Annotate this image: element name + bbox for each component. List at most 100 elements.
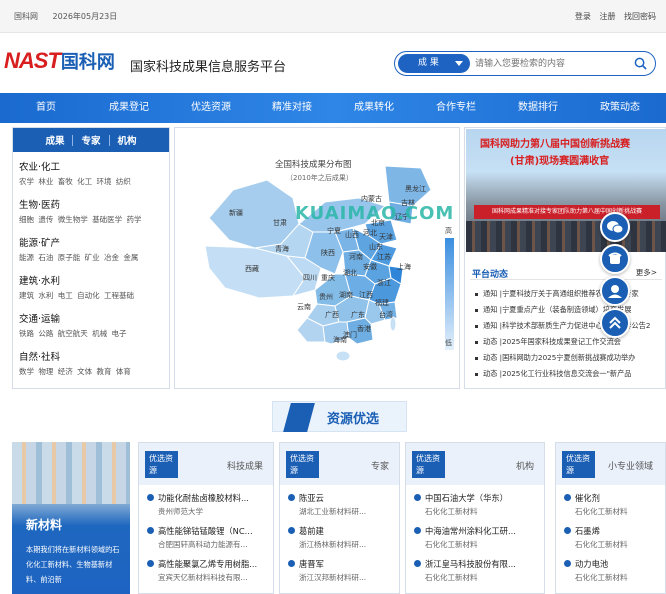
item-sub: 浙江杨林新材料研...: [299, 540, 367, 549]
news-item[interactable]: 通知 |宁夏重点产业（装备制造领域）培育发展: [475, 302, 665, 318]
divider: [470, 279, 662, 280]
nav-precise-matching[interactable]: 精准对接: [259, 93, 325, 123]
card-header: 优选资源 机构: [406, 443, 544, 485]
category-subs[interactable]: 铁路 公路 航空航天 机械 电子: [19, 328, 163, 339]
search-category-select[interactable]: 成 果: [398, 54, 470, 73]
wechat-icon[interactable]: [600, 212, 630, 242]
news-item[interactable]: 通知 |宁夏科技厅关于高通组织推荐农业科技专家: [475, 286, 665, 302]
nav-preferred-resources[interactable]: 优选资源: [178, 93, 244, 123]
category-title[interactable]: 交通·运输: [19, 311, 163, 325]
list-item[interactable]: 唐晋军浙江汉邦新材料研...: [288, 557, 393, 590]
card-tag: 优选资源: [286, 451, 319, 478]
featured-topic-card[interactable]: 新材料 本期我们将在新材料领域的石化化工新材料、生物基新材料、前沿新: [12, 442, 130, 594]
chevron-down-icon: [455, 61, 463, 66]
login-link[interactable]: 登录: [575, 12, 591, 21]
map-label: 甘肃: [273, 219, 287, 227]
card-title[interactable]: 机构: [516, 459, 534, 472]
forgot-password-link[interactable]: 找回密码: [624, 12, 656, 21]
category-title[interactable]: 自然·社科: [19, 349, 163, 363]
category-title[interactable]: 建筑·水利: [19, 273, 163, 287]
card-title[interactable]: 小专业领域: [608, 459, 653, 472]
news-item[interactable]: 通知 |科学技术部新质生产力促进中心工作指导公告2: [475, 318, 665, 334]
news-item[interactable]: 动态 |国科网助力2025宁夏创新挑战赛成功举办: [475, 350, 665, 366]
search-input[interactable]: [475, 56, 625, 72]
list-item[interactable]: 功能化耐盐卤橡胶材料... 贵州师范大学: [147, 491, 267, 524]
map-legend-bar: [445, 238, 454, 350]
list-item[interactable]: 中海油常州涂料化工研... 石化化工新材料: [414, 524, 538, 557]
item-title: 高性能锑钴锰酸锂（NC...: [158, 526, 253, 536]
item-title: 唐晋军: [299, 559, 324, 569]
map-label: 山东: [369, 243, 383, 251]
phone-icon[interactable]: [600, 244, 630, 274]
nav-result-transfer[interactable]: 成果转化: [341, 93, 407, 123]
current-date: 2026年05月23日: [52, 12, 118, 21]
nav-home[interactable]: 首页: [14, 93, 78, 123]
nav-cooperation-column[interactable]: 合作专栏: [423, 93, 489, 123]
map-label: 江苏: [377, 253, 391, 261]
news-item[interactable]: 动态 |2025化工行业科技信息交流会一"新产品: [475, 366, 665, 382]
site-logo[interactable]: NAST 国科网: [4, 48, 115, 74]
category-group: 建筑·水利 建筑 水利 电工 自动化 工程基础: [13, 263, 169, 301]
tab-results[interactable]: 成果: [37, 133, 72, 147]
map-label: 福建: [375, 299, 389, 307]
person-icon: [288, 527, 295, 534]
card-title[interactable]: 科技成果: [227, 459, 263, 472]
building-icon: [414, 560, 421, 567]
map-label: 陕西: [321, 249, 335, 257]
search-icon[interactable]: [634, 57, 647, 70]
person-icon: [288, 494, 295, 501]
news-more-link[interactable]: 更多>: [636, 267, 657, 278]
list-item[interactable]: 中国石油大学（华东） 石化化工新材料: [414, 491, 538, 524]
list-item[interactable]: 高性能聚氯乙烯专用树脂... 宜宾天亿新材料科技有限...: [147, 557, 267, 590]
map-label: 贵州: [319, 293, 333, 301]
card-title[interactable]: 专家: [371, 459, 389, 472]
news-panel: 国科网助力第八届中国创新挑战赛 (甘肃)现场赛圆满收官 国科网成果精准对接专家团…: [464, 127, 666, 389]
register-link[interactable]: 注册: [599, 12, 615, 21]
list-item[interactable]: 浙江皇马科技股份有限... 石化化工新材料: [414, 557, 538, 590]
category-title[interactable]: 农业·化工: [19, 159, 163, 173]
category-title[interactable]: 能源·矿产: [19, 235, 163, 249]
map-label: 上海: [397, 263, 411, 271]
category-subs[interactable]: 细胞 遗传 微生物学 基础医学 药学: [19, 214, 163, 225]
document-icon: [147, 527, 154, 534]
news-item[interactable]: 动态 |2025年国家科技成果登记工作交流会: [475, 334, 665, 350]
list-item[interactable]: 催化剂 石化化工新材料: [564, 491, 659, 524]
map-label: 宁夏: [327, 227, 341, 235]
top-bar-left: 国科网 2026年05月23日: [14, 11, 129, 22]
map-label: 青海: [275, 245, 289, 253]
nav-data-ranking[interactable]: 数据排行: [505, 93, 571, 123]
category-subs[interactable]: 能源 石油 原子能 矿业 冶金 金属: [19, 252, 163, 263]
nav-result-registration[interactable]: 成果登记: [96, 93, 162, 123]
event-photo[interactable]: 国科网助力第八届中国创新挑战赛 (甘肃)现场赛圆满收官 国科网成果精准对接专家团…: [466, 129, 666, 252]
list-item[interactable]: 动力电池 石化化工新材料: [564, 557, 659, 590]
section-heading: 资源优选: [272, 401, 407, 432]
map-label: 海南: [333, 336, 347, 344]
service-icon[interactable]: [600, 276, 630, 306]
map-label: 湖南: [339, 291, 353, 299]
category-subs[interactable]: 数学 物理 经济 文体 教育 体育: [19, 366, 163, 377]
map-label: 江西: [359, 291, 373, 299]
back-to-top-icon[interactable]: [600, 308, 630, 338]
item-title: 葛前建: [299, 526, 324, 536]
category-title[interactable]: 生物·医药: [19, 197, 163, 211]
nav-policy-news[interactable]: 政策动态: [587, 93, 653, 123]
building-icon: [414, 527, 421, 534]
list-item[interactable]: 陈亚云 湖北工业新材料研...: [288, 491, 393, 524]
main-nav: 首页 成果登记 优选资源 精准对接 成果转化 合作专栏 数据排行 政策动态: [0, 93, 666, 123]
item-title: 陈亚云: [299, 493, 324, 503]
legend-high-label: 高: [445, 227, 452, 235]
tab-experts[interactable]: 专家: [73, 133, 108, 147]
list-item[interactable]: 葛前建浙江杨林新材料研...: [288, 524, 393, 557]
watermark: KUAIMAO.COM: [295, 203, 455, 224]
map-label: 湖北: [343, 269, 357, 277]
item-sub: 浙江汉邦新材料研...: [299, 573, 367, 582]
tab-institutions[interactable]: 机构: [110, 133, 145, 147]
category-subs[interactable]: 农学 林业 畜牧 化工 环境 纺织: [19, 176, 163, 187]
category-subs[interactable]: 建筑 水利 电工 自动化 工程基础: [19, 290, 163, 301]
list-item[interactable]: 高性能锑钴锰酸锂（NC... 合肥国轩高科动力能源有...: [147, 524, 267, 557]
featured-title: 新材料: [26, 518, 63, 532]
item-title: 高性能聚氯乙烯专用树脂...: [158, 559, 258, 569]
item-sub: 石化化工新材料: [575, 573, 628, 582]
map-label: 天津: [379, 233, 393, 241]
list-item[interactable]: 石墨烯 石化化工新材料: [564, 524, 659, 557]
